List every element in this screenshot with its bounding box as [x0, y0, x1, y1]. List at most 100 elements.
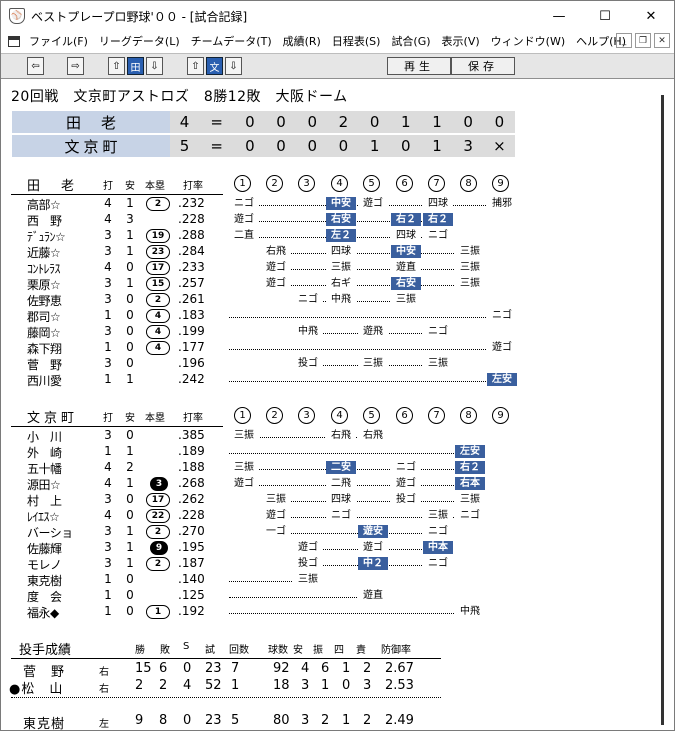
inning-number-circle: 3 [298, 407, 315, 424]
batter-row[interactable]: 菅 野 3 0 .196 投ゴ 三振 三振 [7, 356, 659, 372]
batter-row[interactable]: 森下翔 1 0 4 .177 遊ゴ [7, 340, 659, 356]
at-bats: 3 [104, 228, 112, 242]
batter-row[interactable]: 郡司☆ 1 0 4 .183 ニゴ [7, 308, 659, 324]
linescore-inning: 1 [432, 137, 442, 155]
pitcher-stat-np: 92 [273, 661, 290, 676]
mdi-restore-icon[interactable]: ❐ [635, 33, 651, 48]
batter-row[interactable]: 佐藤輝 3 1 9 .195 遊ゴ 遊ゴ 中本 [7, 540, 659, 556]
pitcher-stat-w: 15 [135, 661, 152, 676]
batter-row[interactable]: 源田☆ 4 1 3 .268 遊ゴ 二飛 遊ゴ 右本 [7, 476, 659, 492]
at-bat-results: 二直 左２ 四球 ニゴ [229, 228, 517, 244]
document-icon[interactable] [8, 35, 20, 47]
batter-row[interactable]: モレノ 3 1 2 .187 投ゴ 中２ ニゴ [7, 556, 659, 572]
menu-records[interactable]: 成績(R) [278, 33, 327, 49]
batting-average: .140 [178, 572, 205, 586]
linescore-inning: 0 [369, 113, 380, 131]
at-bat-results: 遊直 [229, 588, 517, 604]
linescore-inning: 2 [338, 113, 349, 131]
at-bat-results: 遊ゴ ニゴ 三振 ニゴ [229, 508, 517, 524]
batter-row[interactable]: 西 野 4 3 .228 遊ゴ 右安 右２ 右２ [7, 212, 659, 228]
batter-row[interactable]: 村 上 3 0 17 .262 三振 四球 投ゴ 三振 [7, 492, 659, 508]
menu-view[interactable]: 表示(V) [437, 33, 486, 49]
close-button[interactable]: ✕ [628, 1, 674, 31]
inning-number-circle: 2 [266, 407, 283, 424]
pitcher-stat-bb: 0 [342, 678, 351, 693]
at-bat-result: 三振 [455, 493, 485, 506]
batter-row[interactable]: 小 川 3 0 .385 三振 右飛 右飛 [7, 428, 659, 444]
pitcher-row[interactable]: 東克樹左 9 8 0 23 5 80 3 2 1 2 2.49 [7, 713, 659, 730]
player-name: ﾚｲｴｽ☆ [27, 510, 60, 524]
title-bar[interactable]: ⚾ ベストプレープロ野球'００ - [試合記録] — ☐ ✕ [1, 1, 674, 31]
linescore-equals: = [210, 113, 223, 131]
batter-row[interactable]: 西川愛 1 1 .242 左安 [7, 372, 659, 388]
batter-row[interactable]: ﾚｲｴｽ☆ 4 0 22.228 遊ゴ ニゴ 三振 ニゴ [7, 508, 659, 524]
batter-row[interactable]: 佐野恵 3 0 2 .261 ニゴ 中飛 三振 [7, 292, 659, 308]
batter-row[interactable]: 度 会 1 0 .125 遊直 [7, 588, 659, 604]
menu-window[interactable]: ウィンドウ(W) [486, 33, 571, 49]
at-bat-results: 投ゴ 三振 三振 [229, 356, 517, 372]
result-dotted-line [244, 485, 470, 486]
at-bat-results: 三振 四球 投ゴ 三振 [229, 492, 517, 508]
at-bat-result: 遊ゴ [261, 261, 291, 274]
batting-average: .288 [178, 228, 205, 242]
at-bat-result: 右２ [391, 213, 421, 226]
play-button[interactable]: 再生 [387, 57, 451, 75]
menu-league-data[interactable]: リーグデータ(L) [94, 33, 186, 49]
pitcher-row[interactable]: 菅 野右 15 6 0 23 7 92 4 6 1 2 2.67 [7, 661, 659, 680]
at-bats: 1 [104, 604, 112, 618]
maximize-button[interactable]: ☐ [582, 1, 628, 31]
at-bat-results: 遊ゴ 遊ゴ 中本 [229, 540, 517, 556]
batter-row[interactable]: ｺﾝﾄﾚﾗｽ 4 0 17 .233 遊ゴ 三振 遊直 三振 [7, 260, 659, 276]
batter-row[interactable]: 福永◆ 1 0 1 .192 中飛 [7, 604, 659, 620]
team1-down-button[interactable]: ⇩ [146, 57, 163, 75]
batter-row[interactable]: 五十幡 4 2 .188 三振 二安 ニゴ 右２ [7, 460, 659, 476]
pitcher-stat-h: 3 [301, 713, 310, 728]
team2-button[interactable]: 文 [206, 57, 223, 75]
menu-schedule[interactable]: 日程表(S) [327, 33, 387, 49]
player-name: 村 上 [27, 494, 62, 508]
team2-down-button[interactable]: ⇩ [225, 57, 242, 75]
at-bats: 1 [104, 340, 112, 354]
menu-game[interactable]: 試合(G) [386, 33, 436, 49]
team2-up-button[interactable]: ⇧ [187, 57, 204, 75]
batter-row[interactable]: 近藤☆ 3 1 23 .284 右飛 四球 中安 三振 [7, 244, 659, 260]
player-name: 近藤☆ [27, 246, 61, 260]
player-name: ﾃﾞｭﾗﾝ☆ [27, 230, 66, 244]
pitcher-stat-l: 6 [159, 661, 168, 676]
at-bat-result: 右飛 [358, 429, 388, 442]
at-bat-results: ニゴ [229, 308, 517, 324]
save-button[interactable]: 保存 [451, 57, 515, 75]
hits: 1 [126, 244, 134, 258]
at-bat-result: 四球 [326, 493, 356, 506]
vertical-scrollbar[interactable] [661, 95, 664, 725]
mdi-minimize-icon[interactable]: _ [616, 33, 632, 48]
prev-game-button[interactable]: ⇦ [27, 57, 44, 75]
next-game-button[interactable]: ⇨ [67, 57, 84, 75]
header-at-bats: 打 [103, 413, 113, 424]
batter-row[interactable]: 栗原☆ 3 1 15 .257 遊ゴ 右ギ 右安 三振 [7, 276, 659, 292]
batting-average: .177 [178, 340, 205, 354]
batter-row[interactable]: 東克樹 1 0 .140 三振 [7, 572, 659, 588]
hits: 0 [126, 428, 134, 442]
team-section-title: 田 老 [27, 179, 79, 194]
menu-team-data[interactable]: チームデータ(T) [186, 33, 278, 49]
batter-row[interactable]: 外 崎 1 1 .189 左安 [7, 444, 659, 460]
pitcher-stat-l: 2 [159, 678, 168, 693]
pitcher-stat-g: 52 [205, 678, 222, 693]
batter-row[interactable]: 高部☆ 4 1 2 .232 ニゴ 中安 遊ゴ 四球 捕邪 [7, 196, 659, 212]
mdi-close-icon[interactable]: ✕ [654, 33, 670, 48]
batter-row[interactable]: ﾃﾞｭﾗﾝ☆ 3 1 19 .288 二直 左２ 四球 ニゴ [7, 228, 659, 244]
team1-up-button[interactable]: ⇧ [108, 57, 125, 75]
batter-row[interactable]: 藤岡☆ 3 0 4 .199 中飛 遊飛 ニゴ [7, 324, 659, 340]
at-bat-results: 一ゴ 遊安 ニゴ [229, 524, 517, 540]
pitcher-stat-er: 2 [363, 661, 372, 676]
batting-average: .125 [178, 588, 205, 602]
batter-row[interactable]: バーショ 3 1 2 .270 一ゴ 遊安 ニゴ [7, 524, 659, 540]
inning-number-circle: 1 [234, 175, 251, 192]
menu-file[interactable]: ファイル(F) [24, 33, 94, 49]
result-dotted-line [276, 253, 470, 254]
minimize-button[interactable]: — [536, 1, 582, 31]
at-bat-results: 三振 右飛 右飛 [229, 428, 517, 444]
team1-button[interactable]: 田 [127, 57, 144, 75]
pitcher-row[interactable]: ●松 山右 2 2 4 52 1 18 3 1 0 3 2.53 [7, 678, 659, 697]
